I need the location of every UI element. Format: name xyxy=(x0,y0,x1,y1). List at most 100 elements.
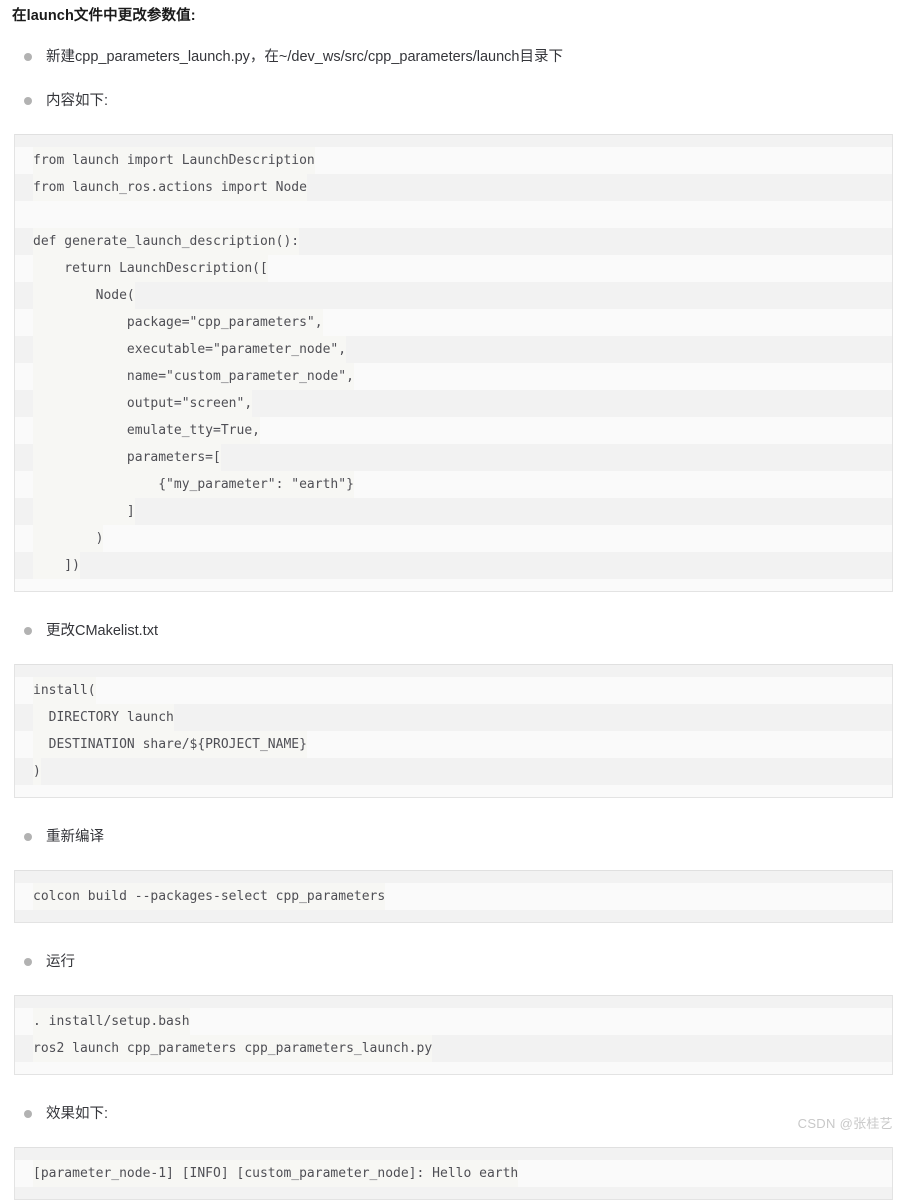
code-line-text: ]) xyxy=(33,552,80,579)
code-line-text: executable="parameter_node", xyxy=(33,336,347,363)
code-line-text: output="screen", xyxy=(33,390,253,417)
code-line: colcon build --packages-select cpp_param… xyxy=(15,883,892,910)
code-line: DESTINATION share/${PROJECT_NAME} xyxy=(15,731,892,758)
list-item: 内容如下: xyxy=(0,90,907,112)
code-line-text: DIRECTORY launch xyxy=(33,704,174,731)
list-item-label: 内容如下: xyxy=(46,93,109,109)
code-block-output[interactable]: [parameter_node-1] [INFO] [custom_parame… xyxy=(14,1147,893,1200)
code-block-top-padding xyxy=(15,665,892,677)
code-block-top-padding xyxy=(15,996,892,1008)
code-line: from launch_ros.actions import Node xyxy=(15,174,892,201)
code-line: name="custom_parameter_node", xyxy=(15,363,892,390)
list-item: 更改CMakelist.txt xyxy=(0,620,907,642)
list-item-label: 新建cpp_parameters_launch.py，在~/dev_ws/src… xyxy=(46,49,563,65)
list-item: 新建cpp_parameters_launch.py，在~/dev_ws/src… xyxy=(0,46,907,68)
code-line-text: ) xyxy=(33,758,41,785)
code-line: ros2 launch cpp_parameters cpp_parameter… xyxy=(15,1035,892,1062)
code-block-top-padding xyxy=(15,1148,892,1160)
list-item: 重新编译 xyxy=(0,826,907,848)
code-block-bottom-padding xyxy=(15,785,892,797)
code-line-text: {"my_parameter": "earth"} xyxy=(33,471,354,498)
list-item-label: 效果如下: xyxy=(46,1106,109,1122)
bullet-dot-icon xyxy=(24,833,32,841)
list-item-label: 重新编译 xyxy=(46,829,104,845)
code-line-text: Node( xyxy=(33,282,135,309)
code-line-text: DESTINATION share/${PROJECT_NAME} xyxy=(33,731,307,758)
bullet-dot-icon xyxy=(24,53,32,61)
code-block-bottom-padding xyxy=(15,579,892,591)
code-line-text: from launch_ros.actions import Node xyxy=(33,174,307,201)
bullet-dot-icon xyxy=(24,958,32,966)
code-line: ) xyxy=(15,525,892,552)
code-block-build[interactable]: colcon build --packages-select cpp_param… xyxy=(14,870,893,923)
code-block-top-padding xyxy=(15,871,892,883)
code-block-bottom-padding xyxy=(15,1062,892,1074)
page-title: 在launch文件中更改参数值: xyxy=(12,8,196,24)
code-line-text: . install/setup.bash xyxy=(33,1008,190,1035)
code-line: from launch import LaunchDescription xyxy=(15,147,892,174)
code-content[interactable]: colcon build --packages-select cpp_param… xyxy=(15,883,892,910)
bullet-dot-icon xyxy=(24,627,32,635)
code-line-text: colcon build --packages-select cpp_param… xyxy=(33,883,386,910)
code-line: ]) xyxy=(15,552,892,579)
code-line: . install/setup.bash xyxy=(15,1008,892,1035)
list-item-label: 运行 xyxy=(46,954,75,970)
code-line: def generate_launch_description(): xyxy=(15,228,892,255)
code-content[interactable]: . install/setup.bash ros2 launch cpp_para… xyxy=(15,1008,892,1062)
code-line: install( xyxy=(15,677,892,704)
code-content[interactable]: install( DIRECTORY launch DESTINATION sh… xyxy=(15,677,892,785)
code-line: output="screen", xyxy=(15,390,892,417)
code-line: ] xyxy=(15,498,892,525)
code-line-text: from launch import LaunchDescription xyxy=(33,147,315,174)
document-page: 在launch文件中更改参数值: 新建cpp_parameters_launch… xyxy=(0,0,907,1200)
code-line-text: package="cpp_parameters", xyxy=(33,309,323,336)
code-line-text: ros2 launch cpp_parameters cpp_parameter… xyxy=(33,1035,433,1062)
code-line: DIRECTORY launch xyxy=(15,704,892,731)
code-line: emulate_tty=True, xyxy=(15,417,892,444)
code-line-text: return LaunchDescription([ xyxy=(33,255,268,282)
list-item-label: 更改CMakelist.txt xyxy=(46,623,158,639)
list-item: 效果如下: xyxy=(0,1103,907,1125)
code-line: ) xyxy=(15,758,892,785)
bullet-dot-icon xyxy=(24,1110,32,1118)
code-line: [parameter_node-1] [INFO] [custom_parame… xyxy=(15,1160,892,1187)
code-line-text: name="custom_parameter_node", xyxy=(33,363,354,390)
code-block-launch-py[interactable]: from launch import LaunchDescription from… xyxy=(14,134,893,592)
code-line-text: def generate_launch_description(): xyxy=(33,228,300,255)
code-block-bottom-padding xyxy=(15,1187,892,1199)
code-line-text: emulate_tty=True, xyxy=(33,417,260,444)
code-line: executable="parameter_node", xyxy=(15,336,892,363)
code-line: return LaunchDescription([ xyxy=(15,255,892,282)
list-item: 运行 xyxy=(0,951,907,973)
bullet-dot-icon xyxy=(24,97,32,105)
code-line-text: [parameter_node-1] [INFO] [custom_parame… xyxy=(33,1160,519,1187)
code-line-text: ) xyxy=(33,525,104,552)
code-block-top-padding xyxy=(15,135,892,147)
code-line xyxy=(15,201,892,228)
csdn-watermark: CSDN @张桂艺 xyxy=(797,1116,893,1131)
code-block-cmakelists[interactable]: install( DIRECTORY launch DESTINATION sh… xyxy=(14,664,893,798)
code-content[interactable]: [parameter_node-1] [INFO] [custom_parame… xyxy=(15,1160,892,1187)
code-line-text: install( xyxy=(33,677,96,704)
code-line: Node( xyxy=(15,282,892,309)
code-block-bottom-padding xyxy=(15,910,892,922)
code-line-text: parameters=[ xyxy=(33,444,221,471)
code-content[interactable]: from launch import LaunchDescription from… xyxy=(15,147,892,579)
code-line-text: ] xyxy=(33,498,135,525)
code-block-run[interactable]: . install/setup.bash ros2 launch cpp_para… xyxy=(14,995,893,1075)
code-line: package="cpp_parameters", xyxy=(15,309,892,336)
code-line: parameters=[ xyxy=(15,444,892,471)
code-line: {"my_parameter": "earth"} xyxy=(15,471,892,498)
